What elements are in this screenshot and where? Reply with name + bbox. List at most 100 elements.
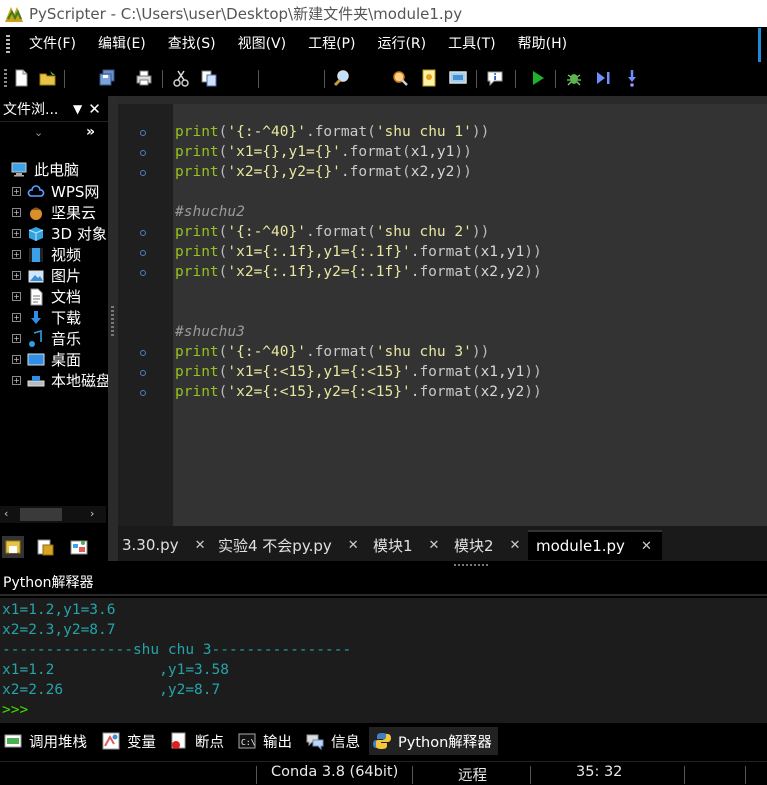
- code-line[interactable]: print('x1={},y1={}'.format(x1,y1)): [175, 142, 472, 162]
- menu-tools[interactable]: 工具(T): [437, 27, 506, 62]
- expand-icon[interactable]: +: [12, 313, 21, 322]
- editor-tab[interactable]: 模块1 ✕: [373, 530, 439, 560]
- executable-line-marker-icon[interactable]: [140, 250, 146, 256]
- code-line[interactable]: print('x1={:.1f},y1={:.1f}'.format(x1,y1…: [175, 242, 542, 262]
- expand-icon[interactable]: +: [12, 271, 21, 280]
- tree-item[interactable]: + 桌面: [12, 349, 108, 370]
- status-engine[interactable]: 远程: [458, 764, 487, 785]
- code-editor[interactable]: print('{:-^40}'.format('shu chu 1')) prin…: [118, 96, 767, 526]
- menu-search[interactable]: 查找(S): [157, 27, 227, 62]
- expand-icon[interactable]: +: [12, 208, 21, 217]
- code-line[interactable]: print('{:-^40}'.format('shu chu 3')): [175, 342, 489, 362]
- find-in-files-icon[interactable]: [390, 68, 410, 88]
- cut-icon[interactable]: [171, 68, 191, 88]
- close-tab-icon[interactable]: ✕: [510, 538, 521, 553]
- menu-project[interactable]: 工程(P): [297, 27, 366, 62]
- tree-item[interactable]: + 音乐: [12, 328, 108, 349]
- close-tab-icon[interactable]: ✕: [641, 539, 652, 554]
- splitter-grip-icon[interactable]: [454, 564, 488, 566]
- bottom-tab[interactable]: C:\ 输出: [238, 727, 292, 755]
- print-icon[interactable]: [134, 68, 154, 88]
- executable-line-marker-icon[interactable]: [140, 130, 146, 136]
- debug-icon[interactable]: [564, 68, 584, 88]
- python-interpreter-console[interactable]: x1=1.2,y1=3.6 x2=2.3,y2=8.7 --------------…: [0, 598, 767, 723]
- tree-item[interactable]: + 下载: [12, 307, 108, 328]
- scroll-left-icon[interactable]: ‹: [4, 507, 8, 520]
- chevron-down-icon[interactable]: ⌄: [34, 126, 43, 139]
- editor-tab[interactable]: 模块2 ✕: [454, 530, 520, 560]
- expand-icon[interactable]: +: [12, 187, 21, 196]
- tree-item[interactable]: + 视频: [12, 244, 108, 265]
- project-explorer-tab-icon[interactable]: [68, 536, 90, 558]
- vertical-splitter[interactable]: [108, 96, 118, 561]
- info-icon[interactable]: [485, 68, 505, 88]
- editor-tab[interactable]: 3.30.py ✕: [122, 530, 205, 560]
- code-line[interactable]: print('{:-^40}'.format('shu chu 2')): [175, 222, 489, 242]
- pin-dropdown-icon[interactable]: ▼: [73, 102, 82, 116]
- code-line[interactable]: print('{:-^40}'.format('shu chu 1')): [175, 122, 489, 142]
- expand-icon[interactable]: +: [12, 229, 21, 238]
- menu-grip-icon[interactable]: [6, 34, 10, 55]
- screen-icon[interactable]: [448, 68, 468, 88]
- close-tab-icon[interactable]: ✕: [195, 538, 206, 553]
- expand-icon[interactable]: +: [12, 334, 21, 343]
- close-tab-icon[interactable]: ✕: [429, 538, 440, 553]
- close-tab-icon[interactable]: ✕: [348, 538, 359, 553]
- executable-line-marker-icon[interactable]: [140, 270, 146, 276]
- code-line[interactable]: print('x2={:.1f},y2={:.1f}'.format(x2,y2…: [175, 262, 542, 282]
- bottom-tab[interactable]: 调用堆栈: [4, 727, 87, 755]
- code-line[interactable]: #shuchu3: [175, 322, 245, 342]
- code-line[interactable]: print('x2={:<15},y2={:<15}'.format(x2,y2…: [175, 382, 542, 402]
- executable-line-marker-icon[interactable]: [140, 390, 146, 396]
- editor-gutter[interactable]: [118, 104, 173, 526]
- find-icon[interactable]: [332, 68, 352, 88]
- scroll-right-icon[interactable]: ›: [90, 507, 94, 520]
- close-icon[interactable]: ✕: [88, 100, 101, 118]
- executable-line-marker-icon[interactable]: [140, 350, 146, 356]
- run-icon[interactable]: [528, 68, 548, 88]
- expand-icon[interactable]: +: [12, 292, 21, 301]
- code-line[interactable]: print('x2={},y2={}'.format(x2,y2)): [175, 162, 472, 182]
- bottom-tab[interactable]: 变量: [102, 727, 156, 755]
- expand-icon[interactable]: +: [12, 250, 21, 259]
- editor-tab[interactable]: module1.py ✕: [528, 530, 662, 560]
- menu-run[interactable]: 运行(R): [366, 27, 437, 62]
- executable-line-marker-icon[interactable]: [140, 370, 146, 376]
- bottom-tab[interactable]: 断点: [170, 727, 224, 755]
- expand-icon[interactable]: +: [12, 376, 21, 385]
- step-icon[interactable]: [593, 68, 613, 88]
- code-line[interactable]: #shuchu2: [175, 202, 245, 222]
- executable-line-marker-icon[interactable]: [140, 150, 146, 156]
- code-line[interactable]: print('x1={:<15},y1={:<15}'.format(x1,y1…: [175, 362, 542, 382]
- editor-tab[interactable]: 实验4 不会py.py ✕: [218, 530, 359, 560]
- step-into-icon[interactable]: [622, 68, 642, 88]
- code-explorer-tab-icon[interactable]: [34, 536, 56, 558]
- menu-file[interactable]: 文件(F): [18, 27, 87, 62]
- file-browser-hscrollbar[interactable]: ‹ ›: [0, 506, 106, 523]
- toolbar-grip-icon[interactable]: [4, 69, 7, 89]
- bottom-tab[interactable]: 信息: [306, 727, 360, 755]
- tree-root[interactable]: 此电脑: [10, 158, 79, 180]
- tree-item[interactable]: + 坚果云: [12, 202, 108, 223]
- tree-item[interactable]: + 文档: [12, 286, 108, 307]
- save-all-icon[interactable]: [97, 68, 117, 88]
- editor-text-area[interactable]: print('{:-^40}'.format('shu chu 1')) prin…: [173, 104, 767, 526]
- bottom-tab[interactable]: Python解释器: [369, 727, 498, 755]
- splitter-grip-icon[interactable]: [111, 306, 114, 336]
- new-file-icon[interactable]: [11, 68, 31, 88]
- status-interpreter[interactable]: Conda 3.8 (64bit): [271, 764, 398, 780]
- open-file-icon[interactable]: [38, 68, 58, 88]
- menu-view[interactable]: 视图(V): [227, 27, 298, 62]
- menu-edit[interactable]: 编辑(E): [87, 27, 157, 62]
- executable-line-marker-icon[interactable]: [140, 230, 146, 236]
- expand-icon[interactable]: +: [12, 355, 21, 364]
- bookmark-icon[interactable]: [419, 68, 439, 88]
- scroll-thumb[interactable]: [20, 508, 62, 521]
- menu-help[interactable]: 帮助(H): [507, 27, 578, 62]
- copy-icon[interactable]: [199, 68, 219, 88]
- tree-item[interactable]: +3D 对象: [12, 223, 108, 244]
- executable-line-marker-icon[interactable]: [140, 170, 146, 176]
- file-explorer-tab-icon[interactable]: [2, 536, 24, 558]
- tree-item[interactable]: + WPS网: [12, 181, 108, 202]
- chevron-double-right-icon[interactable]: »: [86, 124, 95, 140]
